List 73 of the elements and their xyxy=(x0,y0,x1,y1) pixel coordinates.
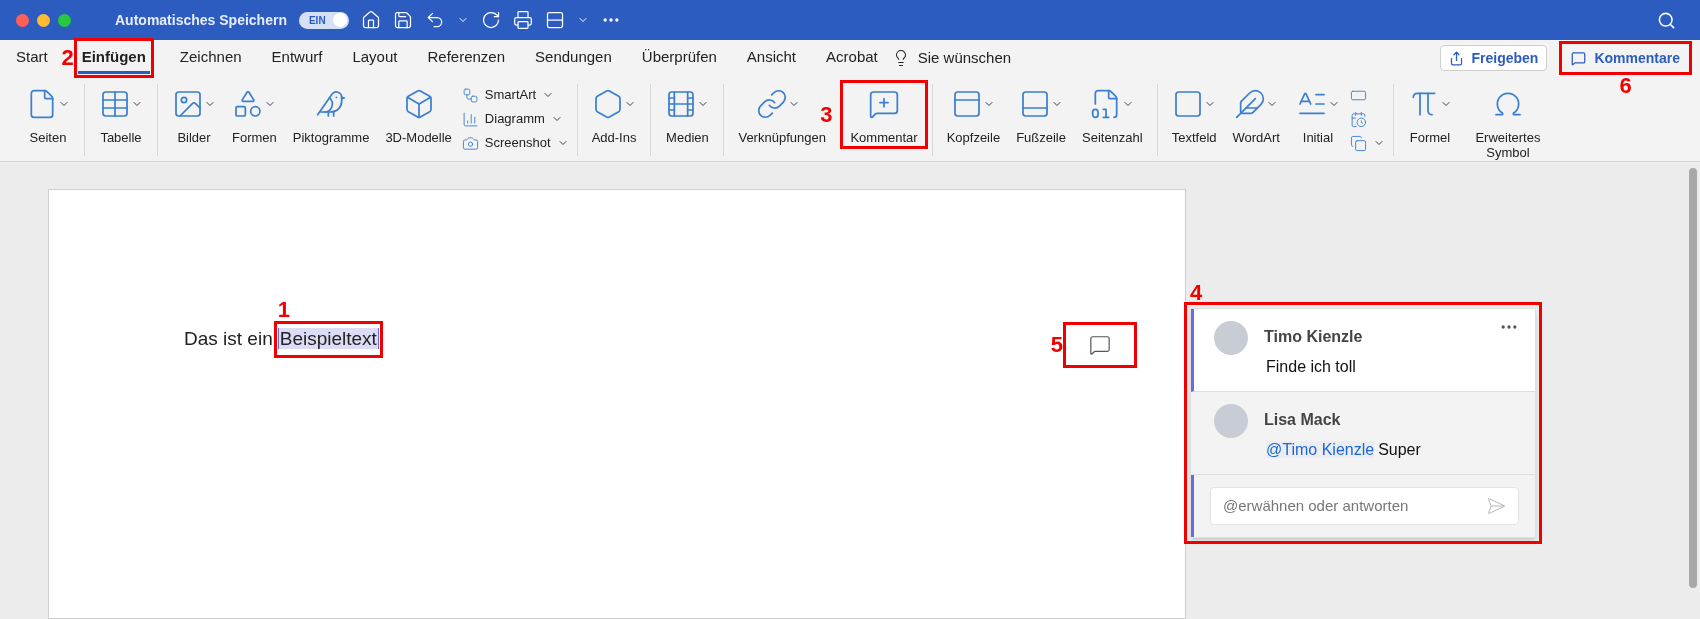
ribbon-tab[interactable]: Ansicht xyxy=(746,41,797,75)
annotation-number: 6 xyxy=(1619,75,1632,97)
annotation-number: 5 xyxy=(1050,334,1063,356)
save-icon[interactable] xyxy=(392,10,413,30)
object-icon xyxy=(1349,134,1367,152)
ribbon-button[interactable]: Erweitertes Symbol xyxy=(1461,84,1554,160)
ribbon-button[interactable]: Diagramm xyxy=(461,108,569,130)
window-title: Automatisches Speichern xyxy=(115,10,287,30)
selected-text: Beispieltext xyxy=(277,328,379,349)
ribbon-button[interactable]: Textfeld xyxy=(1165,84,1223,145)
comment-author: Lisa Mack xyxy=(1264,410,1342,430)
ribbon-tab[interactable]: Sendungen xyxy=(535,41,612,75)
avatar xyxy=(1214,404,1248,438)
redo-icon[interactable] xyxy=(480,10,501,30)
bird-icon xyxy=(315,88,348,120)
comment-text: Finde ich toll xyxy=(1266,357,1357,377)
smartart-icon xyxy=(461,86,479,104)
ribbon-button[interactable]: Bilder xyxy=(166,84,222,145)
ribbon-button[interactable]: Medien xyxy=(659,84,716,145)
annotation-number: 4 xyxy=(1190,282,1203,304)
autosave-toggle[interactable]: EIN xyxy=(298,11,349,29)
ribbon-tab[interactable]: Layout xyxy=(352,41,398,75)
ribbon-button[interactable]: Piktogramme xyxy=(286,84,376,145)
ribbon-button[interactable]: Screenshot xyxy=(461,132,569,154)
ribbon-button[interactable]: Seiten xyxy=(20,84,76,145)
picture-icon xyxy=(172,88,204,120)
zoom-window-button[interactable] xyxy=(58,13,71,27)
share-button[interactable]: Freigeben xyxy=(1439,45,1548,71)
reply-field-frame[interactable]: @erwähnen oder antworten xyxy=(1210,487,1519,525)
ribbon-button[interactable]: WordArt xyxy=(1226,84,1286,145)
home-icon[interactable] xyxy=(360,10,381,30)
ribbon-button[interactable]: SmartArt xyxy=(461,84,569,106)
comments-button[interactable]: Kommentare xyxy=(1563,45,1688,71)
tell-me-field[interactable]: Sie wünschen xyxy=(917,46,1012,70)
comment-icon xyxy=(1571,50,1587,66)
ribbon-button[interactable]: Fußzeile xyxy=(1010,84,1072,145)
ribbon-button[interactable]: Add-Ins xyxy=(585,84,643,145)
ribbon-button[interactable]: 3D-Modelle xyxy=(379,84,458,145)
ribbon-button[interactable]: Formen xyxy=(226,84,283,145)
ribbon-button[interactable]: Tabelle xyxy=(93,84,149,145)
chart-icon xyxy=(461,110,479,128)
ribbon-button[interactable]: Seitenzahl xyxy=(1076,84,1149,145)
ribbon-button[interactable]: Kommentar xyxy=(844,84,924,145)
ribbon-button[interactable]: Initial xyxy=(1289,84,1346,145)
ribbon-tab[interactable]: Überprüfen xyxy=(641,41,717,75)
comment-author: Timo Kienzle xyxy=(1264,327,1363,347)
add-comment-icon xyxy=(868,88,901,120)
ribbon-button[interactable]: Formel xyxy=(1401,84,1458,145)
date-time-icon xyxy=(1349,110,1367,128)
ribbon-tab[interactable]: Referenzen xyxy=(427,41,506,75)
ribbon-tab[interactable]: Start xyxy=(16,41,48,75)
link-icon xyxy=(756,88,789,120)
search-icon[interactable] xyxy=(1657,10,1676,30)
ribbon-tab[interactable]: Einfügen xyxy=(77,41,150,75)
ribbon-button[interactable]: Kopfzeile xyxy=(940,84,1007,145)
layout-icon[interactable] xyxy=(544,10,565,30)
avatar xyxy=(1214,321,1248,355)
table-icon xyxy=(99,88,131,120)
comment-marker-icon[interactable] xyxy=(1089,334,1111,356)
scrollbar[interactable] xyxy=(1689,168,1697,588)
minimize-window-button[interactable] xyxy=(37,13,50,27)
ribbon-tab[interactable]: Zeichnen xyxy=(179,41,242,75)
print-icon[interactable] xyxy=(512,10,533,30)
ribbon-tab[interactable]: Entwurf xyxy=(271,41,323,75)
annotation-number: 1 xyxy=(277,299,290,321)
comment-text: @Timo Kienzle Super xyxy=(1266,440,1421,460)
annotation-number: 2 xyxy=(61,47,74,69)
mention-link[interactable]: @Timo Kienzle xyxy=(1266,441,1375,458)
ribbon-tab[interactable]: Acrobat xyxy=(826,41,878,75)
share-icon xyxy=(1448,50,1464,66)
annotation-number: 3 xyxy=(820,103,833,126)
camera-icon xyxy=(461,134,479,152)
document-text: Das ist ein xyxy=(184,327,273,351)
